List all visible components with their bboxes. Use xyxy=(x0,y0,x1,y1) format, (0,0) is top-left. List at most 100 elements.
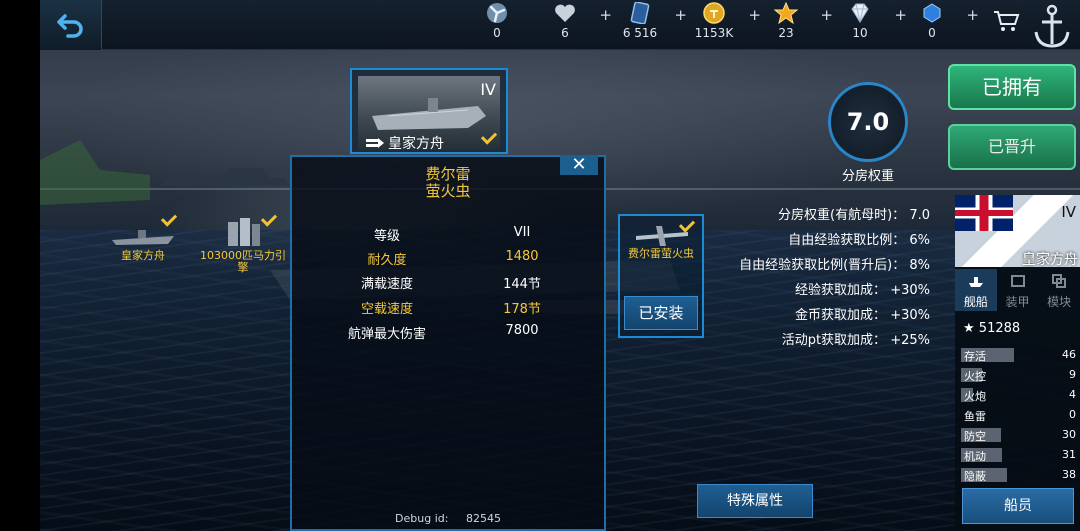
plane-slot-name: 费尔雷萤火虫 xyxy=(628,247,694,260)
attribute-row: 火控 9 xyxy=(961,368,1076,383)
info-tabs: 舰船 装甲 模块 xyxy=(955,269,1080,311)
resource-card-value: 6 516 xyxy=(622,26,658,40)
ship-class-icon xyxy=(366,138,384,148)
tab-module-label: 模块 xyxy=(1047,295,1072,309)
attribute-value: 4 xyxy=(1069,388,1076,401)
special-attributes-button[interactable]: 特殊属性 xyxy=(697,484,813,518)
resource-card[interactable]: + 6 516 xyxy=(605,2,687,40)
installed-plane-slot[interactable]: 费尔雷萤火虫 已安装 xyxy=(618,214,704,338)
resource-heart[interactable]: + 6 xyxy=(530,2,612,40)
detail-value: VII xyxy=(513,225,531,240)
detail-row-level: 等级 VII xyxy=(292,225,604,245)
left-black-strip xyxy=(0,0,40,531)
detail-key: 航弹最大伤害 xyxy=(347,327,426,342)
stat-row: 自由经验获取比例(晋升后)： 8% xyxy=(739,254,930,273)
resource-diamond[interactable]: + 10 xyxy=(825,2,907,40)
stat-value: +25% xyxy=(890,333,930,348)
ship-slot-2-name: 103000匹马力引擎 xyxy=(200,249,286,274)
ship-slot-1-name: 皇家方舟 xyxy=(121,249,165,262)
stat-row: 金币获取加成： +30% xyxy=(795,304,930,323)
attribute-value: 31 xyxy=(1062,448,1076,461)
ship-slot-1[interactable]: 皇家方舟 xyxy=(98,210,188,280)
attribute-row: 火炮 4 xyxy=(961,388,1076,403)
tab-armor-label: 装甲 xyxy=(1005,295,1030,309)
stat-label: 自由经验获取比例(晋升后)： xyxy=(739,258,906,273)
debug-line: Debug id: 82545 xyxy=(292,512,604,525)
resource-blue-gem-value: 0 xyxy=(928,26,936,40)
module-icon xyxy=(1052,274,1067,288)
stat-label: 金币获取加成： xyxy=(795,308,887,323)
tab-armor[interactable]: 装甲 xyxy=(997,269,1039,311)
stat-label: 活动pt获取加成： xyxy=(781,333,887,348)
stat-label: 分房权重(有航母时)： xyxy=(778,208,906,223)
detail-value: 178节 xyxy=(503,302,541,317)
detail-key: 空载速度 xyxy=(360,302,413,317)
attribute-name: 防空 xyxy=(964,430,986,443)
card-icon xyxy=(630,2,650,24)
plane-details-popup: ✕ 费尔雷 萤火虫 等级 VII 耐久度 1480 满载速度 144节 空载速度… xyxy=(290,155,606,531)
stat-row: 活动pt获取加成： +25% xyxy=(782,329,930,348)
back-button[interactable] xyxy=(40,0,102,50)
stat-row: 自由经验获取比例： 6% xyxy=(788,229,930,248)
stat-label: 经验获取加成： xyxy=(795,283,887,298)
blue-gem-icon xyxy=(923,3,941,23)
stat-value: +30% xyxy=(890,308,930,323)
ship-tier: IV xyxy=(1061,203,1076,221)
attribute-value: 0 xyxy=(1069,408,1076,421)
attribute-name: 存活 xyxy=(964,350,986,363)
star-icon: ★ xyxy=(963,321,975,336)
stat-value: 6% xyxy=(909,233,930,248)
stat-row: 分房权重(有航母时)： 7.0 xyxy=(778,204,930,223)
installed-button[interactable]: 已安装 xyxy=(624,296,698,330)
resource-star-value: 23 xyxy=(778,26,794,40)
rating-label: 分房权重 xyxy=(841,169,894,184)
resource-diamond-value: 10 xyxy=(852,26,868,40)
crew-button[interactable]: 船员 xyxy=(962,488,1074,524)
armor-icon xyxy=(1010,275,1025,287)
star-icon xyxy=(774,2,798,24)
detail-value: 7800 xyxy=(505,323,539,338)
heart-icon xyxy=(555,4,575,22)
stat-value: 7.0 xyxy=(909,208,930,223)
union-flag-icon xyxy=(955,195,1013,231)
gold-coin-icon xyxy=(703,2,725,24)
detail-row-durability: 耐久度 1480 xyxy=(292,249,604,269)
detail-row-empty-speed: 空载速度 178节 xyxy=(292,298,604,318)
debug-label: Debug id: xyxy=(395,512,449,525)
attribute-row: 隐蔽 38 xyxy=(961,468,1076,483)
resource-gold-value: 1153K xyxy=(694,26,734,40)
ship-score: ★ 51288 xyxy=(963,321,1020,336)
attribute-name: 火控 xyxy=(964,370,986,383)
resource-gold[interactable]: + 1153K xyxy=(679,2,761,40)
cart-icon xyxy=(994,11,1020,31)
detail-key: 等级 xyxy=(373,229,400,244)
detail-value: 1480 xyxy=(505,249,539,264)
stat-value: 8% xyxy=(909,258,930,273)
diamond-icon xyxy=(851,3,869,23)
anchor-icon[interactable] xyxy=(1030,2,1074,50)
tab-module[interactable]: 模块 xyxy=(1038,269,1080,311)
ship-name: 皇家方舟 xyxy=(1022,252,1078,268)
ship-card-tier: IV xyxy=(480,80,496,99)
resource-blue-gem[interactable]: + 0 xyxy=(897,2,979,40)
tab-ship[interactable]: 舰船 xyxy=(955,269,997,311)
resource-propeller[interactable]: 0 xyxy=(462,2,532,40)
owned-button[interactable]: 已拥有 xyxy=(948,64,1076,110)
promoted-button[interactable]: 已晋升 xyxy=(948,124,1076,170)
detail-key: 耐久度 xyxy=(367,253,407,268)
stat-row: 经验获取加成： +30% xyxy=(795,279,930,298)
ship-flag-card[interactable]: IV 皇家方舟 xyxy=(955,195,1080,268)
ship-score-value: 51288 xyxy=(978,321,1021,336)
attribute-name: 隐蔽 xyxy=(964,470,986,483)
attribute-value: 9 xyxy=(1069,368,1076,381)
stat-label: 自由经验获取比例： xyxy=(788,233,906,248)
resource-star[interactable]: + 23 xyxy=(751,2,833,40)
ship-slot-2[interactable]: 103000匹马力引擎 xyxy=(198,210,288,280)
resource-heart-value: 6 xyxy=(561,26,569,40)
tab-ship-label: 舰船 xyxy=(963,295,988,309)
detail-value: 144节 xyxy=(503,277,541,292)
featured-ship-card[interactable]: IV 皇家方舟 xyxy=(350,68,508,154)
ship-icon xyxy=(968,277,983,287)
attribute-row: 防空 30 xyxy=(961,428,1076,443)
attribute-name: 火炮 xyxy=(964,390,986,403)
